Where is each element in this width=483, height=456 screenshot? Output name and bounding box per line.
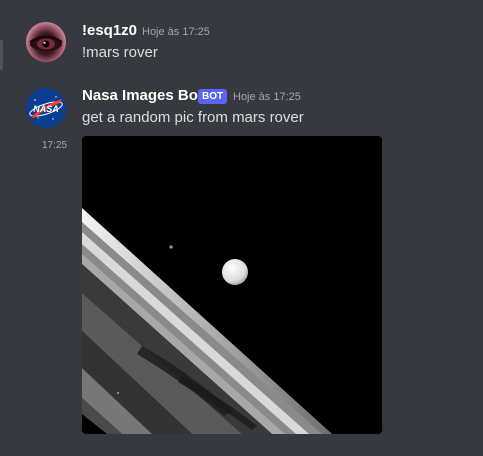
saturn-rings-image bbox=[82, 136, 382, 434]
eye-avatar-icon bbox=[29, 35, 63, 51]
message-timestamp: Hoje às 17:25 bbox=[142, 26, 210, 38]
bot-badge: BOT bbox=[198, 89, 228, 104]
message-timestamp: Hoje às 17:25 bbox=[233, 91, 301, 103]
nasa-logo-icon: NASA bbox=[26, 88, 66, 128]
unread-indicator bbox=[0, 40, 3, 70]
username-label[interactable]: Nasa Images Bot bbox=[82, 87, 203, 104]
message-content: !mars rover bbox=[82, 44, 158, 61]
hover-timestamp: 17:25 bbox=[42, 140, 68, 151]
user-avatar[interactable] bbox=[26, 22, 66, 62]
embedded-space-image[interactable] bbox=[82, 136, 382, 434]
svg-text:NASA: NASA bbox=[33, 104, 59, 114]
nasa-avatar[interactable]: NASA bbox=[26, 88, 66, 128]
message-content: get a random pic from mars rover bbox=[82, 109, 304, 126]
username-label[interactable]: !esq1z0 bbox=[82, 22, 137, 39]
